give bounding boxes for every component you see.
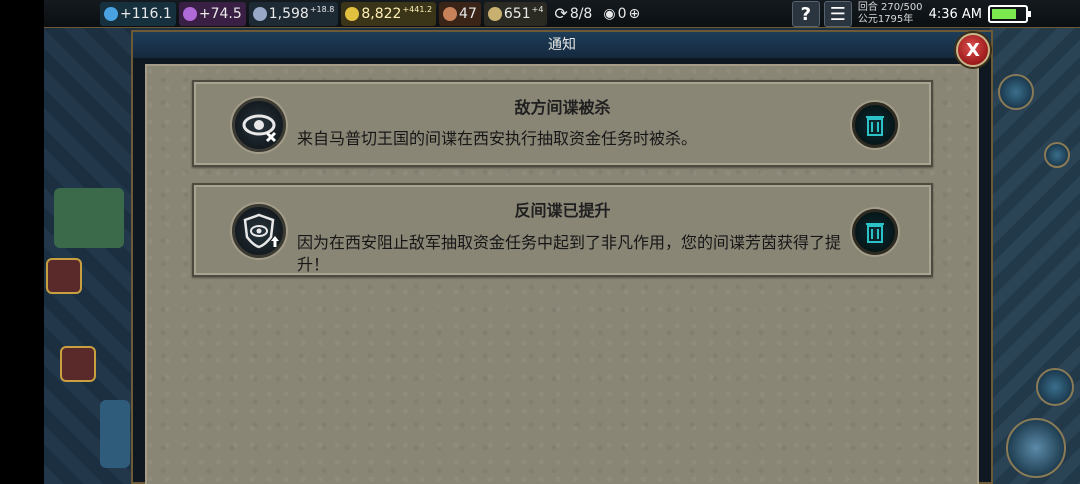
- clock: 4:36 AM: [928, 6, 982, 22]
- faith-value: 74.5: [210, 5, 242, 22]
- game-year: 公元1795年: [857, 14, 914, 25]
- main-menu-button[interactable]: ☰: [823, 1, 852, 27]
- science-icon: [104, 6, 118, 21]
- trade-route-resource[interactable]: ⟳ 8/8: [550, 2, 596, 26]
- close-button[interactable]: X: [956, 33, 990, 67]
- help-button[interactable]: ?: [791, 1, 820, 27]
- faith-resource[interactable]: +74.5: [178, 1, 246, 26]
- map-unit-tile[interactable]: [46, 258, 82, 294]
- spy-value: 0: [617, 5, 627, 22]
- trade-route-icon: ⟳: [554, 4, 568, 23]
- map-option-button[interactable]: [1044, 142, 1070, 168]
- notification-title: 敌方间谍被杀: [514, 98, 611, 117]
- spy-resource[interactable]: ◉ 0 ⊕: [599, 2, 644, 26]
- notification-title: 反间谍已提升: [514, 201, 611, 220]
- gold-value: 8,822: [361, 5, 402, 22]
- tourism-resource[interactable]: 47: [439, 1, 481, 26]
- map-unit-tile[interactable]: [60, 346, 96, 382]
- science-resource[interactable]: +116.1: [100, 1, 176, 26]
- favor-rate: +4: [531, 5, 544, 14]
- dialog-title: 通知: [133, 32, 991, 58]
- gold-resource[interactable]: 8,822 +441.2: [341, 1, 437, 26]
- science-value: 116.1: [131, 5, 172, 22]
- turn-info: 回合 270/500 公元1795年: [858, 2, 923, 26]
- notification-card[interactable]: 敌方间谍被杀 来自马普切王国的间谍在西安执行抽取资金任务时被杀。: [192, 80, 933, 167]
- tourism-value: 47: [459, 5, 477, 22]
- shield-eye-promoted-icon: [232, 204, 286, 258]
- favor-resource[interactable]: 651 +4: [483, 1, 548, 26]
- culture-icon: [252, 6, 267, 21]
- notification-bell-button[interactable]: [1036, 368, 1074, 406]
- turn-counter: 回合 270/500: [857, 2, 923, 13]
- dismiss-button[interactable]: [852, 102, 898, 148]
- gold-rate: +441.2: [402, 5, 433, 14]
- trade-route-value: 8/8: [569, 5, 593, 22]
- favor-icon: [487, 6, 502, 21]
- trash-icon: [866, 116, 884, 136]
- game-map-right-strip: [990, 28, 1080, 484]
- notification-message: 因为在西安阻止敌军抽取资金任务中起到了非凡作用，您的间谍芳茵获得了提升！: [297, 233, 842, 274]
- culture-value: 1,598: [268, 5, 309, 22]
- favor-value: 651: [503, 5, 531, 22]
- map-terrain-tile: [54, 188, 124, 248]
- trash-icon: [866, 223, 884, 243]
- gold-icon: [345, 6, 360, 21]
- map-lens-button[interactable]: [998, 74, 1034, 110]
- battery-icon: [988, 5, 1031, 23]
- notification-card[interactable]: 反间谍已提升 因为在西安阻止敌军抽取资金任务中起到了非凡作用，您的间谍芳茵获得了…: [192, 183, 933, 277]
- notification-message: 来自马普切王国的间谍在西安执行抽取资金任务时被杀。: [297, 129, 698, 148]
- next-turn-button[interactable]: [1006, 418, 1066, 478]
- faith-icon: [182, 6, 197, 21]
- eye-killed-icon: [232, 98, 286, 152]
- top-resource-bar: +116.1 +74.5 1,598 +18.8 8,822 +441.2 47…: [44, 0, 1080, 28]
- culture-rate: +18.8: [309, 5, 335, 14]
- game-map-left-strip: [44, 28, 134, 484]
- culture-resource[interactable]: 1,598 +18.8: [248, 1, 339, 26]
- add-spy-icon[interactable]: ⊕: [628, 6, 640, 22]
- tourism-icon: [443, 6, 458, 21]
- spy-icon: ◉: [603, 5, 616, 22]
- dismiss-button[interactable]: [852, 209, 898, 255]
- map-city-tile[interactable]: [100, 400, 130, 468]
